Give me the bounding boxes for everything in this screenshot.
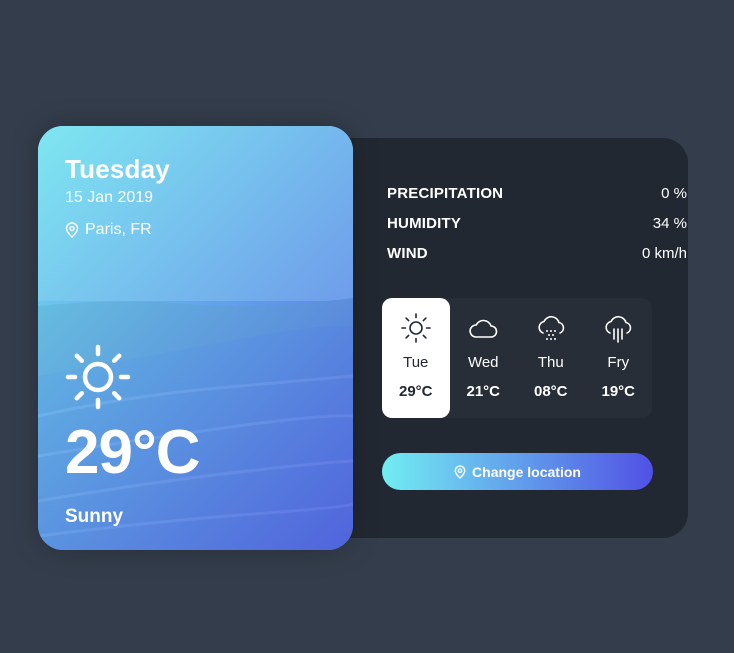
- map-pin-icon: [65, 222, 79, 238]
- day-label: Fry: [607, 354, 630, 371]
- stat-value: 0 %: [661, 184, 687, 202]
- stat-title: HUMIDITY: [387, 214, 462, 232]
- day-name: Tuesday: [65, 154, 170, 184]
- map-pin-icon: [454, 464, 466, 479]
- cloud-snow-icon: [535, 312, 567, 344]
- day-temp: 19°C: [601, 383, 635, 400]
- stat-value: 0 km/h: [641, 244, 687, 262]
- day-item-thu[interactable]: Thu 08°C: [517, 298, 585, 418]
- weather-block: 29°C Sunny: [65, 344, 201, 528]
- day-temp: 21°C: [466, 383, 500, 400]
- day-temp: 08°C: [533, 383, 568, 400]
- day-label: Wed: [467, 354, 499, 371]
- day-item-fry[interactable]: Fry 19°C: [585, 298, 653, 418]
- day-label: Tue: [403, 354, 429, 371]
- sun-icon: [400, 312, 432, 344]
- cloud-rain-icon: [602, 312, 634, 344]
- weather-card: Tuesday 15 Jan 2019 Paris, FR 29°C Sunny: [38, 126, 353, 550]
- change-location-label: Change location: [472, 463, 581, 480]
- day-label: Thu: [537, 354, 564, 371]
- stat-humidity: HUMIDITY 34 %: [387, 208, 687, 238]
- stats-list: PRECIPITATION 0 % HUMIDITY 34 % WIND 0 k…: [387, 178, 687, 268]
- date-text: 15 Jan 2019: [65, 189, 154, 206]
- stat-title: PRECIPITATION: [387, 184, 504, 202]
- sun-icon: [65, 344, 131, 410]
- location: Paris, FR: [65, 221, 170, 239]
- change-location-button[interactable]: Change location: [382, 453, 653, 490]
- weather-description: Sunny: [65, 506, 124, 527]
- weather-widget: Tuesday 15 Jan 2019 Paris, FR 29°C Sunny…: [38, 126, 688, 550]
- location-text: Paris, FR: [85, 221, 152, 238]
- stat-precipitation: PRECIPITATION 0 %: [387, 178, 687, 208]
- day-temp: 29°C: [398, 383, 433, 400]
- stat-wind: WIND 0 km/h: [387, 238, 687, 268]
- day-item-tue[interactable]: Tue 29°C: [382, 298, 450, 418]
- stat-value: 34 %: [652, 214, 687, 232]
- date-block: Tuesday 15 Jan 2019 Paris, FR: [65, 154, 170, 239]
- day-item-wed[interactable]: Wed 21°C: [450, 298, 518, 418]
- current-temperature: 29°C: [65, 418, 201, 487]
- cloud-icon: [467, 312, 499, 344]
- stat-title: WIND: [387, 244, 428, 262]
- week-forecast: Tue 29°C Wed 21°C Thu 08°C Fry 19°C: [382, 298, 652, 418]
